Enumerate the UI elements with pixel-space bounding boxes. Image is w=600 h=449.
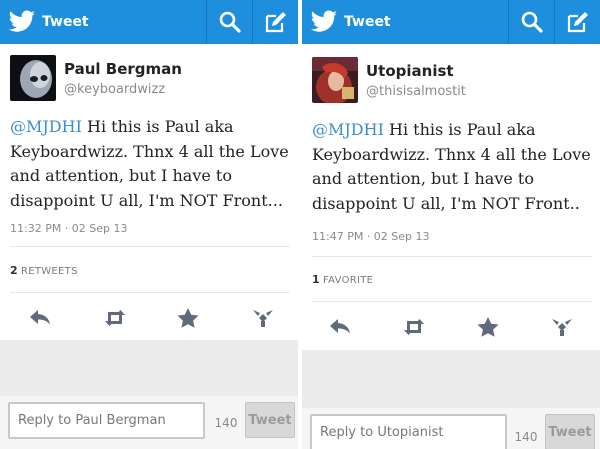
tweet-button[interactable]: Tweet <box>545 414 595 449</box>
empty-area <box>302 350 600 408</box>
tweet-timestamp: 11:47 PM · 02 Sep 13 <box>312 230 430 243</box>
favorites-label: FAVORITE <box>322 275 374 286</box>
author-name[interactable]: Paul Bergman <box>64 60 182 78</box>
tweet-text: @MJDHI Hi this is Paul aka Keyboardwizz.… <box>10 115 295 213</box>
reply-button[interactable] <box>20 298 60 338</box>
more-button[interactable] <box>243 298 283 338</box>
action-bar: Tweet <box>302 0 600 44</box>
tweet-text: @MJDHI Hi this is Paul aka Keyboardwizz.… <box>312 118 597 216</box>
divider <box>312 256 592 257</box>
mask-avatar <box>10 55 56 101</box>
tweet-detail-screen-left: Tweet Paul Bergman @keyboardwizz @MJDHI … <box>0 0 298 449</box>
author-handle[interactable]: @keyboardwizz <box>64 82 165 97</box>
twitter-bird-icon <box>8 10 35 32</box>
tweet-detail-screen-right: Tweet Utopianist @thisisalmostit @MJDHI … <box>302 0 600 449</box>
favorite-icon <box>477 317 499 337</box>
reply-input[interactable]: Reply to Paul Bergman <box>8 402 205 439</box>
search-icon <box>219 11 241 33</box>
mention-link[interactable]: @MJDHI <box>10 117 82 136</box>
illustrated-avatar <box>312 57 358 103</box>
compose-button[interactable] <box>252 0 298 44</box>
favorite-button[interactable] <box>168 298 208 338</box>
compose-icon <box>567 12 588 33</box>
retweets-label: RETWEETS <box>20 266 78 277</box>
reply-bar: Reply to Paul Bergman 140 Tweet <box>0 396 298 449</box>
divider <box>10 292 290 293</box>
empty-area <box>0 340 298 396</box>
author-handle[interactable]: @thisisalmostit <box>366 84 466 99</box>
more-button[interactable] <box>542 307 582 347</box>
char-count: 140 <box>514 430 538 444</box>
favorites-count: 1 <box>312 273 320 286</box>
more-icon <box>253 310 273 327</box>
more-icon <box>552 319 572 336</box>
divider <box>312 301 592 302</box>
author-name[interactable]: Utopianist <box>366 62 454 80</box>
tweet-actions <box>0 298 298 338</box>
tweet-button[interactable]: Tweet <box>245 402 295 438</box>
retweet-button[interactable] <box>95 298 135 338</box>
action-bar: Tweet <box>0 0 298 44</box>
reply-icon <box>30 310 50 325</box>
avatar[interactable] <box>10 55 56 101</box>
retweets-count: 2 <box>10 264 18 277</box>
screen-title: Tweet <box>42 14 89 30</box>
tweet-actions <box>302 307 600 347</box>
reply-bar: Reply to Utopianist 140 Tweet <box>302 408 600 449</box>
compose-icon <box>265 12 286 33</box>
favorite-button[interactable] <box>468 307 508 347</box>
reply-button[interactable] <box>320 307 360 347</box>
char-count: 140 <box>214 416 238 430</box>
mention-link[interactable]: @MJDHI <box>312 120 384 139</box>
retweet-icon <box>105 310 125 326</box>
avatar[interactable] <box>312 57 358 103</box>
reply-input[interactable]: Reply to Utopianist <box>310 414 507 449</box>
search-button[interactable] <box>508 0 554 44</box>
back-home-button[interactable]: Tweet <box>302 0 507 44</box>
twitter-bird-icon <box>310 10 337 32</box>
favorite-icon <box>177 308 199 328</box>
search-button[interactable] <box>206 0 252 44</box>
reply-icon <box>330 319 350 334</box>
back-home-button[interactable]: Tweet <box>0 0 205 44</box>
favorites-stat[interactable]: 1 FAVORITE <box>312 273 373 286</box>
search-icon <box>521 11 543 33</box>
retweet-button[interactable] <box>394 307 434 347</box>
retweet-icon <box>404 319 424 335</box>
screen-title: Tweet <box>344 14 391 30</box>
divider <box>10 246 290 247</box>
compose-button[interactable] <box>554 0 600 44</box>
tweet-timestamp: 11:32 PM · 02 Sep 13 <box>10 222 128 235</box>
retweets-stat[interactable]: 2 RETWEETS <box>10 264 78 277</box>
